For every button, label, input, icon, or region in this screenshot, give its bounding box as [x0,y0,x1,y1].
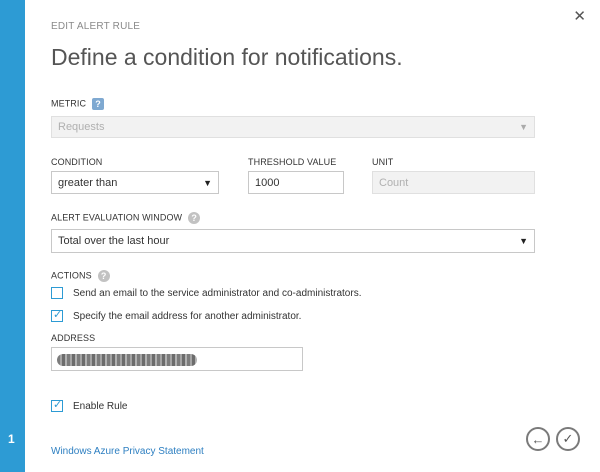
chevron-down-icon: ▼ [203,177,212,188]
help-icon[interactable]: ? [97,270,110,282]
arrow-left-icon: ← [531,431,545,447]
wizard-step-rail: 1 [0,0,25,472]
condition-label: CONDITION [51,157,103,167]
unit-field: Count [372,171,535,194]
actions-label: ACTIONS? [51,270,110,282]
unit-label: UNIT [372,157,394,167]
dialog-eyebrow: EDIT ALERT RULE [51,21,141,32]
confirm-button[interactable]: ✓ [556,427,580,451]
redacted-email [57,354,197,366]
help-icon[interactable]: ? [188,212,201,224]
address-label: ADDRESS [51,333,96,343]
threshold-label: THRESHOLD VALUE [248,157,337,167]
window-label: ALERT EVALUATION WINDOW? [51,212,201,224]
email-other-checkbox[interactable] [51,308,63,322]
address-input[interactable] [51,347,303,371]
email-admins-checkbox[interactable] [51,287,63,299]
email-admins-label: Send an email to the service administrat… [73,288,362,299]
chevron-down-icon: ▼ [519,122,528,132]
email-other-label: Specify the email address for another ad… [73,311,302,322]
back-button[interactable]: ← [526,427,550,451]
help-icon[interactable]: ? [92,98,105,110]
close-icon[interactable]: ✕ [573,9,586,24]
metric-select[interactable]: Requests ▼ [51,116,535,138]
edit-alert-rule-dialog: ✕ EDIT ALERT RULE Define a condition for… [25,0,600,472]
condition-select[interactable]: greater than ▼ [51,171,219,194]
metric-label: METRIC? [51,98,105,110]
step-number: 1 [8,432,15,446]
privacy-statement-link[interactable]: Windows Azure Privacy Statement [51,446,204,457]
enable-rule-checkbox[interactable] [51,398,63,412]
evaluation-window-select[interactable]: Total over the last hour ▼ [51,229,535,253]
page-title: Define a condition for notifications. [51,44,403,70]
enable-rule-label: Enable Rule [73,401,128,412]
chevron-down-icon: ▼ [519,236,528,246]
checkmark-icon: ✓ [562,431,574,446]
threshold-value-field[interactable] [255,176,343,189]
threshold-input[interactable] [248,171,344,194]
